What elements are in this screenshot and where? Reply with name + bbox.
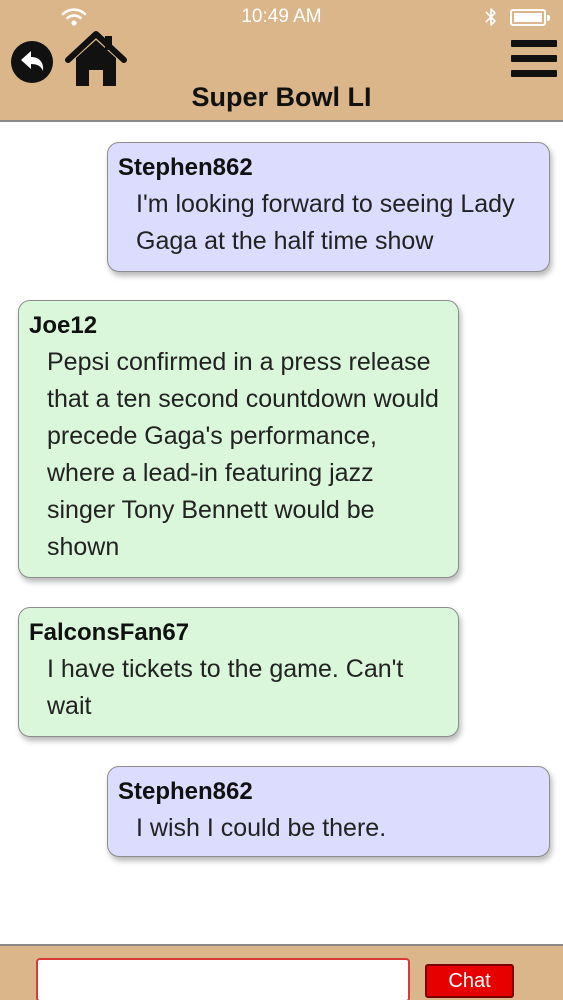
message-text: I wish I could be there. — [136, 814, 387, 842]
message-sender: Stephen862 — [118, 154, 253, 181]
message-text: I have tickets to the game. Can't wait — [47, 655, 404, 720]
battery-icon — [510, 9, 550, 26]
message-sender: Joe12 — [29, 312, 98, 339]
message-list[interactable]: Stephen862 I'm looking forward to seeing… — [0, 124, 563, 944]
message-bubble: Stephen862 I wish I could be there. — [107, 766, 550, 857]
page-title: Super Bowl LI — [191, 82, 372, 112]
message-bubble: Joe12 Pepsi confirmed in a press release… — [18, 300, 459, 578]
message-text: I'm looking forward to seeing Lady Gaga … — [136, 190, 515, 255]
message-bubble: Stephen862 I'm looking forward to seeing… — [107, 142, 550, 272]
chat-app: 10:49 AM Super Bowl LI Stephen862 I'm lo… — [0, 0, 563, 1000]
message-sender: FalconsFan67 — [29, 619, 190, 646]
message-text: Pepsi confirmed in a press release that … — [47, 348, 439, 561]
status-time: 10:49 AM — [241, 6, 322, 27]
message-sender: Stephen862 — [118, 778, 253, 805]
chat-input[interactable] — [36, 958, 410, 1000]
bluetooth-icon — [485, 8, 496, 26]
app-header: 10:49 AM Super Bowl LI — [0, 0, 563, 122]
chat-send-button[interactable]: Chat — [425, 964, 514, 998]
status-bar: 10:49 AM — [0, 0, 563, 34]
chat-footer: Chat — [0, 944, 563, 1000]
hamburger-menu-icon[interactable] — [511, 40, 557, 82]
back-arrow-icon[interactable] — [8, 38, 56, 86]
home-icon[interactable] — [65, 30, 127, 88]
message-bubble: FalconsFan67 I have tickets to the game.… — [18, 607, 459, 737]
